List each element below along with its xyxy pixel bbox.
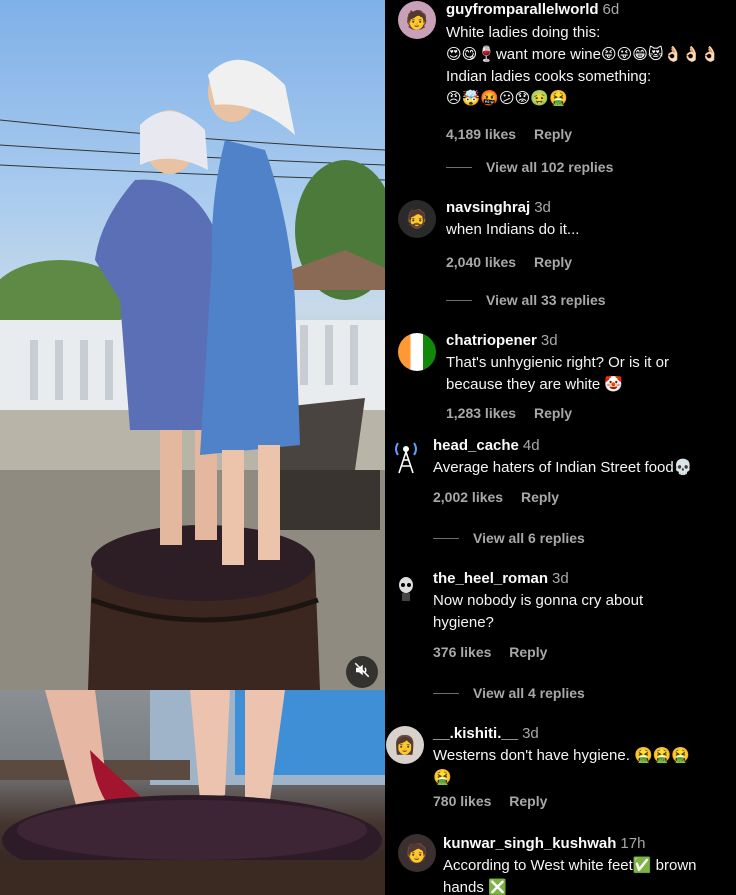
comment-username[interactable]: chatriopener: [446, 332, 537, 349]
reply-button[interactable]: Reply: [509, 793, 547, 809]
comment-text: According to West white feet✅ brown hand…: [443, 857, 697, 895]
avatar[interactable]: 🧑: [398, 1, 436, 39]
speaker-muted-icon: [353, 661, 371, 684]
comment-text: when Indians do it...: [446, 221, 580, 238]
comment-text: White ladies doing this: 😍😋🍷want more wi…: [446, 24, 720, 107]
view-replies-button[interactable]: View all 33 replies: [446, 292, 606, 308]
comment-timestamp: 6d: [602, 1, 620, 18]
comment-timestamp: 3d: [540, 332, 558, 349]
comment-username[interactable]: kunwar_singh_kushwah: [443, 835, 616, 852]
comment-username[interactable]: guyfromparallelworld: [446, 1, 599, 18]
mute-button[interactable]: [346, 656, 378, 688]
tower-icon: [395, 442, 417, 474]
avatar[interactable]: 🧔: [398, 200, 436, 238]
comment-timestamp: 4d: [522, 437, 540, 454]
comment-timestamp: 3d: [522, 725, 539, 742]
like-count[interactable]: 780 likes: [433, 793, 491, 809]
avatar[interactable]: [387, 571, 425, 609]
reply-button[interactable]: Reply: [509, 644, 547, 660]
video-frame-image: [0, 59, 385, 690]
comments-panel[interactable]: 🧑 guyfromparallelworld 6d White ladies do…: [385, 0, 736, 895]
avatar[interactable]: [398, 333, 436, 371]
comment-username[interactable]: navsinghraj: [446, 199, 530, 216]
comment-text: That's unhygienic right? Or is it or bec…: [446, 354, 669, 393]
like-count[interactable]: 1,283 likes: [446, 405, 516, 421]
reply-button[interactable]: Reply: [534, 254, 572, 270]
reply-button[interactable]: Reply: [534, 126, 572, 142]
comment-username[interactable]: head_cache: [433, 437, 519, 454]
like-count[interactable]: 4,189 likes: [446, 126, 516, 142]
avatar[interactable]: 🧑: [398, 834, 436, 872]
like-count[interactable]: 2,002 likes: [433, 489, 503, 505]
comment-text: Westerns don't have hygiene. 🤮🤮🤮 🤮: [433, 747, 691, 786]
comment-timestamp: 3d: [552, 570, 569, 587]
view-replies-button[interactable]: View all 102 replies: [446, 159, 613, 175]
avatar[interactable]: [387, 438, 425, 476]
view-replies-button[interactable]: View all 4 replies: [433, 685, 585, 701]
like-count[interactable]: 376 likes: [433, 644, 491, 660]
comment-timestamp: 17h: [620, 835, 646, 852]
like-count[interactable]: 2,040 likes: [446, 254, 516, 270]
divider-line: [446, 166, 472, 168]
divider-line: [433, 537, 459, 539]
comment-username[interactable]: __.kishiti.__: [433, 725, 518, 742]
video-player[interactable]: [0, 0, 385, 690]
comment-username[interactable]: the_heel_roman: [433, 570, 548, 587]
reply-button[interactable]: Reply: [534, 405, 572, 421]
view-replies-button[interactable]: View all 6 replies: [433, 530, 585, 546]
comment-text: Now nobody is gonna cry about hygiene?: [433, 592, 644, 631]
skull-icon: [399, 577, 413, 601]
divider-line: [433, 692, 459, 694]
comment-timestamp: 3d: [534, 199, 551, 216]
comment-text: Average haters of Indian Street food💀: [433, 459, 693, 476]
avatar[interactable]: 👩: [386, 726, 424, 764]
video-closeup-image: [0, 690, 385, 895]
divider-line: [446, 299, 472, 301]
reply-button[interactable]: Reply: [521, 489, 559, 505]
